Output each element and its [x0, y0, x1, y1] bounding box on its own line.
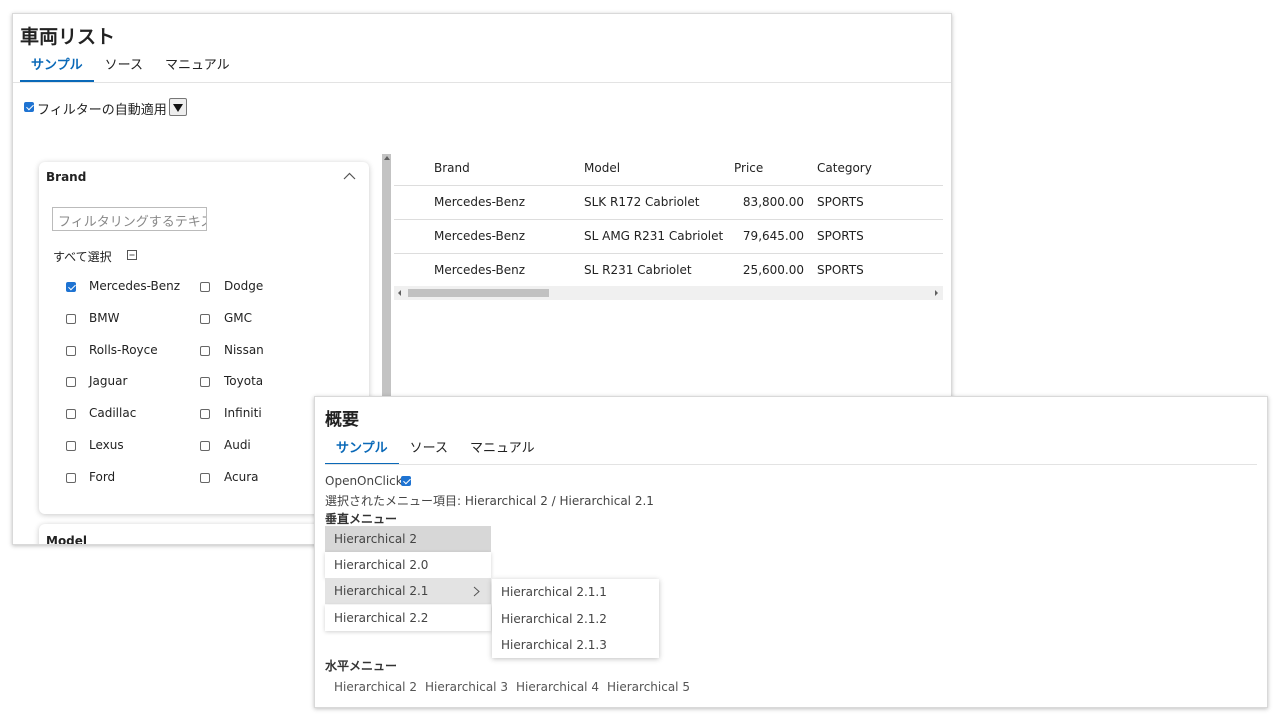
brand-checkbox[interactable]: [66, 377, 76, 388]
select-all-label: すべて選択: [53, 250, 112, 264]
brand-label: BMW: [89, 310, 120, 325]
tab-manual[interactable]: マニュアル: [154, 52, 241, 80]
brand-card-title: Brand: [46, 170, 87, 184]
cell-price: 25,600.00: [742, 263, 804, 277]
brand-label: Rolls-Royce: [89, 342, 158, 357]
brand-checkbox[interactable]: [66, 282, 76, 292]
table-row[interactable]: Mercedes-Benz SL AMG R231 Cabriolet 79,645…: [394, 219, 943, 254]
brand-filter-input[interactable]: フィルタリングするテキスト: [52, 207, 207, 231]
open-on-click-label: OpenOnClick: [325, 474, 403, 488]
brand-label: Acura: [224, 469, 259, 484]
overview-title: 概要: [325, 410, 359, 430]
tab-divider: [13, 82, 951, 83]
brand-checkbox[interactable]: [200, 441, 210, 451]
brand-label: GMC: [224, 310, 253, 325]
brand-label: Dodge: [224, 279, 264, 293]
brand-label: Toyota: [224, 374, 264, 389]
vmenu-item-hierarchical-2-0[interactable]: Hierarchical 2.0: [325, 552, 491, 578]
brand-checkbox[interactable]: [200, 377, 210, 388]
brand-checkbox[interactable]: [66, 472, 76, 483]
overview-tab-divider: [325, 464, 1257, 465]
brand-checkbox[interactable]: [66, 441, 76, 451]
brand-checkbox[interactable]: [200, 472, 210, 483]
brand-checkbox[interactable]: [200, 313, 210, 324]
cell-category: SPORTS: [817, 229, 864, 243]
tab-sample[interactable]: サンプル: [325, 435, 399, 465]
overview-panel: 概要 サンプル ソース マニュアル OpenOnClick 選択されたメニュー項…: [314, 396, 1268, 708]
vmenu-item-hierarchical-2-2[interactable]: Hierarchical 2.2: [325, 605, 491, 631]
submenu-hierarchical-2-1: Hierarchical 2.1.1 Hierarchical 2.1.2 Hi…: [492, 579, 659, 658]
hmenu-item-hierarchical-4[interactable]: Hierarchical 4: [516, 680, 599, 694]
scroll-up-arrow-icon[interactable]: [383, 155, 391, 161]
open-on-click-checkbox[interactable]: [401, 476, 411, 486]
page-title: 車両リスト: [20, 26, 116, 48]
cell-category: SPORTS: [817, 195, 864, 209]
vmenu-item-hierarchical-2[interactable]: Hierarchical 2: [325, 526, 491, 552]
cell-model: SL AMG R231 Cabriolet: [584, 229, 724, 243]
brand-label: Jaguar: [89, 374, 128, 389]
overview-tab-bar: サンプル ソース マニュアル: [325, 435, 546, 465]
hmenu-item-hierarchical-3[interactable]: Hierarchical 3: [425, 680, 508, 694]
cell-price: 83,800.00: [742, 195, 804, 209]
model-card-title: Model: [46, 534, 88, 545]
brand-checkbox[interactable]: [66, 345, 76, 356]
tab-source[interactable]: ソース: [399, 435, 459, 463]
filter-icon[interactable]: [169, 98, 187, 116]
grid-header-model[interactable]: Model: [584, 161, 620, 175]
auto-filter-checkbox[interactable]: [24, 102, 34, 112]
cell-category: SPORTS: [817, 263, 864, 277]
brand-label: Lexus: [89, 438, 124, 452]
table-row[interactable]: Mercedes-Benz SL R231 Cabriolet 25,600.00 S…: [394, 253, 943, 288]
brand-checkbox[interactable]: [200, 345, 210, 356]
cell-brand: Mercedes-Benz: [434, 229, 526, 243]
selected-menu-text: 選択されたメニュー項目: Hierarchical 2 / Hierarchic…: [325, 494, 654, 508]
tab-source[interactable]: ソース: [94, 52, 154, 80]
submenu-item-2-1-2[interactable]: Hierarchical 2.1.2: [492, 606, 659, 632]
grid-header-brand[interactable]: Brand: [434, 161, 470, 175]
collapse-square-icon[interactable]: [127, 250, 138, 261]
brand-label: Mercedes-Benz: [89, 279, 181, 293]
cell-model: SL R231 Cabriolet: [584, 263, 692, 277]
brand-checkbox[interactable]: [200, 409, 210, 420]
grid-header-category[interactable]: Category: [817, 161, 872, 175]
scroll-left-arrow-icon[interactable]: [397, 289, 402, 297]
submenu-item-2-1-3[interactable]: Hierarchical 2.1.3: [492, 632, 659, 658]
cell-brand: Mercedes-Benz: [434, 263, 526, 277]
tab-sample[interactable]: サンプル: [20, 52, 94, 82]
chevron-up-icon[interactable]: [343, 172, 356, 180]
vmenu-item-label: Hierarchical 2.1: [334, 584, 429, 598]
horizontal-scroll-thumb[interactable]: [408, 289, 549, 297]
cell-price: 79,645.00: [742, 229, 804, 243]
tab-bar: サンプル ソース マニュアル: [20, 52, 241, 82]
tab-manual[interactable]: マニュアル: [459, 435, 546, 463]
brand-checkbox[interactable]: [66, 409, 76, 420]
scroll-right-arrow-icon[interactable]: [934, 289, 939, 297]
horizontal-scrollbar[interactable]: [394, 286, 943, 300]
brand-checkbox[interactable]: [200, 282, 210, 292]
brand-label: Nissan: [224, 342, 264, 357]
brand-checkbox[interactable]: [66, 313, 76, 324]
submenu-item-2-1-1[interactable]: Hierarchical 2.1.1: [492, 579, 659, 605]
cell-brand: Mercedes-Benz: [434, 195, 526, 209]
grid-header-row: Brand Model Price Category: [394, 151, 943, 186]
auto-filter-label: フィルターの自動適用: [37, 103, 167, 118]
cell-model: SLK R172 Cabriolet: [584, 195, 700, 209]
chevron-right-icon: [473, 586, 480, 597]
hmenu-item-hierarchical-5[interactable]: Hierarchical 5: [607, 680, 690, 694]
horizontal-menu-title: 水平メニュー: [325, 659, 398, 673]
grid-header-price[interactable]: Price: [734, 161, 763, 175]
brand-label: Audi: [224, 438, 251, 452]
vertical-menu-title: 垂直メニュー: [325, 512, 398, 526]
table-row[interactable]: Mercedes-Benz SLK R172 Cabriolet 83,800.00…: [394, 185, 943, 220]
brand-label: Cadillac: [89, 406, 137, 421]
brand-label: Ford: [89, 469, 116, 484]
hmenu-item-hierarchical-2[interactable]: Hierarchical 2: [334, 680, 417, 694]
vmenu-item-hierarchical-2-1[interactable]: Hierarchical 2.1: [325, 578, 491, 604]
brand-label: Infiniti: [224, 406, 262, 421]
